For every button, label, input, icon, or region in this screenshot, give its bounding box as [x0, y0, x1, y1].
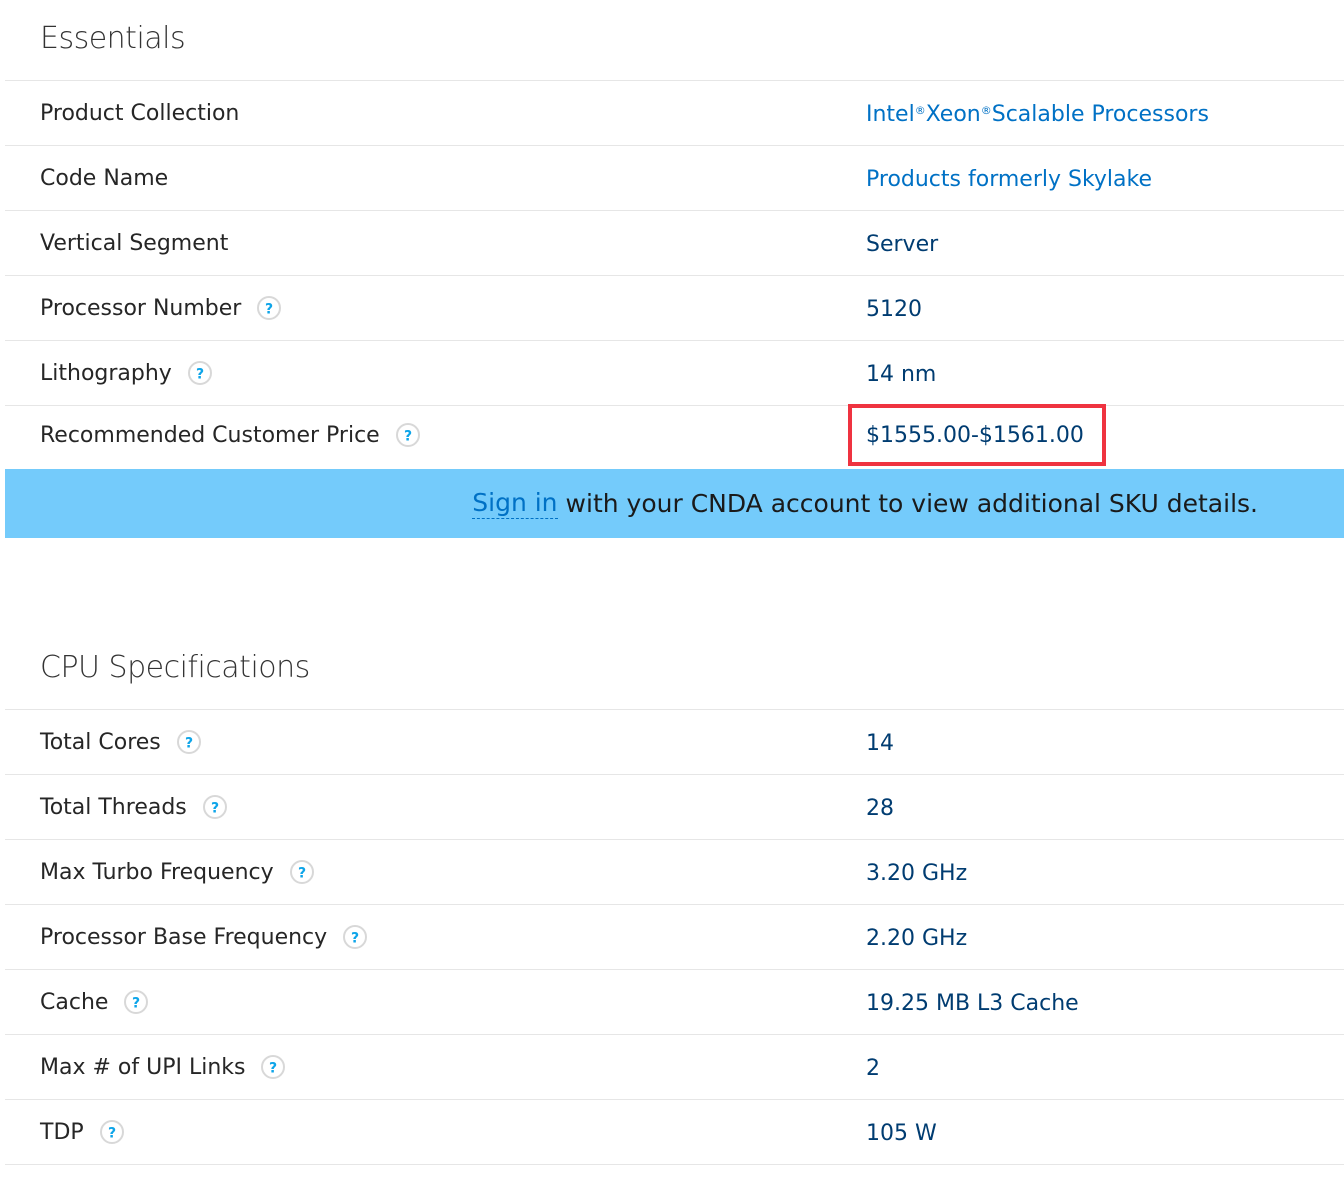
svg-text:?: ? [196, 367, 204, 383]
spec-row-vertical-segment: Vertical Segment Server [5, 210, 1344, 275]
spec-value: 14 nm [866, 361, 937, 387]
spec-label: Processor Number ? [40, 276, 282, 340]
svg-text:?: ? [185, 736, 193, 752]
spec-value: 19.25 MB L3 Cache [866, 990, 1079, 1016]
svg-text:?: ? [298, 866, 306, 882]
spec-value: 105 W [866, 1120, 937, 1146]
question-mark-icon[interactable]: ? [202, 795, 227, 819]
svg-text:?: ? [132, 996, 140, 1012]
spec-label: Total Threads ? [40, 775, 227, 839]
spec-row-max-turbo-frequency: Max Turbo Frequency ? 3.20 GHz [5, 839, 1344, 904]
cpu-specifications-table: Total Cores ? 14 Total Threads ? 28 Max … [5, 709, 1344, 1165]
spec-label: Cache ? [40, 970, 149, 1034]
spec-row-cache: Cache ? 19.25 MB L3 Cache [5, 969, 1344, 1034]
spec-label: Processor Base Frequency ? [40, 905, 368, 969]
spec-label: Code Name [40, 165, 169, 191]
spec-row-tdp: TDP ? 105 W [5, 1099, 1344, 1165]
spec-label: TDP ? [40, 1100, 124, 1164]
essentials-heading: Essentials [40, 21, 186, 56]
spec-label: Vertical Segment [40, 230, 229, 256]
question-mark-icon[interactable]: ? [176, 730, 201, 754]
question-mark-icon[interactable]: ? [257, 296, 282, 320]
signin-banner-text: with your CNDA account to view additiona… [565, 489, 1258, 518]
spec-row-product-collection: Product Collection Intel ® Xeon ® Scalable… [5, 80, 1344, 145]
svg-text:?: ? [351, 931, 359, 947]
spec-row-processor-number: Processor Number ? 5120 [5, 275, 1344, 340]
question-mark-icon[interactable]: ? [343, 925, 368, 949]
question-mark-icon[interactable]: ? [124, 990, 149, 1014]
spec-row-code-name: Code Name Products formerly Skylake [5, 145, 1344, 210]
spec-row-recommended-price: Recommended Customer Price ? $1555.00-$1… [5, 404, 1344, 466]
code-name-link[interactable]: Products formerly Skylake [866, 146, 1152, 212]
question-mark-icon[interactable]: ? [289, 860, 314, 884]
svg-text:?: ? [108, 1126, 116, 1142]
svg-text:?: ? [404, 429, 412, 445]
spec-value: 2.20 GHz [866, 925, 968, 951]
svg-text:?: ? [211, 801, 219, 817]
spec-value: 3.20 GHz [866, 860, 968, 886]
signin-banner: Sign in with your CNDA account to view a… [5, 469, 1344, 538]
product-collection-link[interactable]: Intel ® Xeon ® Scalable Processors [866, 81, 1209, 147]
spec-label: Max # of UPI Links ? [40, 1035, 286, 1099]
sign-in-link[interactable]: Sign in [472, 488, 558, 519]
spec-label: Product Collection [40, 100, 240, 126]
svg-text:?: ? [265, 302, 273, 318]
spec-label: Total Cores ? [40, 710, 201, 774]
spec-row-total-cores: Total Cores ? 14 [5, 709, 1344, 774]
question-mark-icon[interactable]: ? [261, 1055, 286, 1079]
spec-value: 14 [866, 730, 894, 756]
spec-value: 5120 [866, 296, 922, 322]
spec-page: Essentials Product Collection Intel ® Xeo… [0, 0, 1344, 1192]
question-mark-icon[interactable]: ? [99, 1120, 124, 1144]
spec-row-base-frequency: Processor Base Frequency ? 2.20 GHz [5, 904, 1344, 969]
spec-row-upi-links: Max # of UPI Links ? 2 [5, 1034, 1344, 1099]
question-mark-icon[interactable]: ? [395, 423, 420, 447]
spec-label: Max Turbo Frequency ? [40, 840, 314, 904]
spec-value: 28 [866, 795, 894, 821]
spec-row-lithography: Lithography ? 14 nm [5, 340, 1344, 405]
spec-value: 2 [866, 1055, 880, 1081]
spec-label: Recommended Customer Price ? [40, 406, 420, 464]
spec-row-total-threads: Total Threads ? 28 [5, 774, 1344, 839]
svg-text:?: ? [269, 1061, 277, 1077]
spec-value: Server [866, 231, 939, 257]
spec-label: Lithography ? [40, 341, 212, 405]
essentials-table: Product Collection Intel ® Xeon ® Scalable… [5, 80, 1344, 466]
price-value: $1555.00-$1561.00 [866, 422, 1084, 448]
question-mark-icon[interactable]: ? [187, 361, 212, 385]
cpu-specifications-heading: CPU Specifications [40, 650, 310, 685]
